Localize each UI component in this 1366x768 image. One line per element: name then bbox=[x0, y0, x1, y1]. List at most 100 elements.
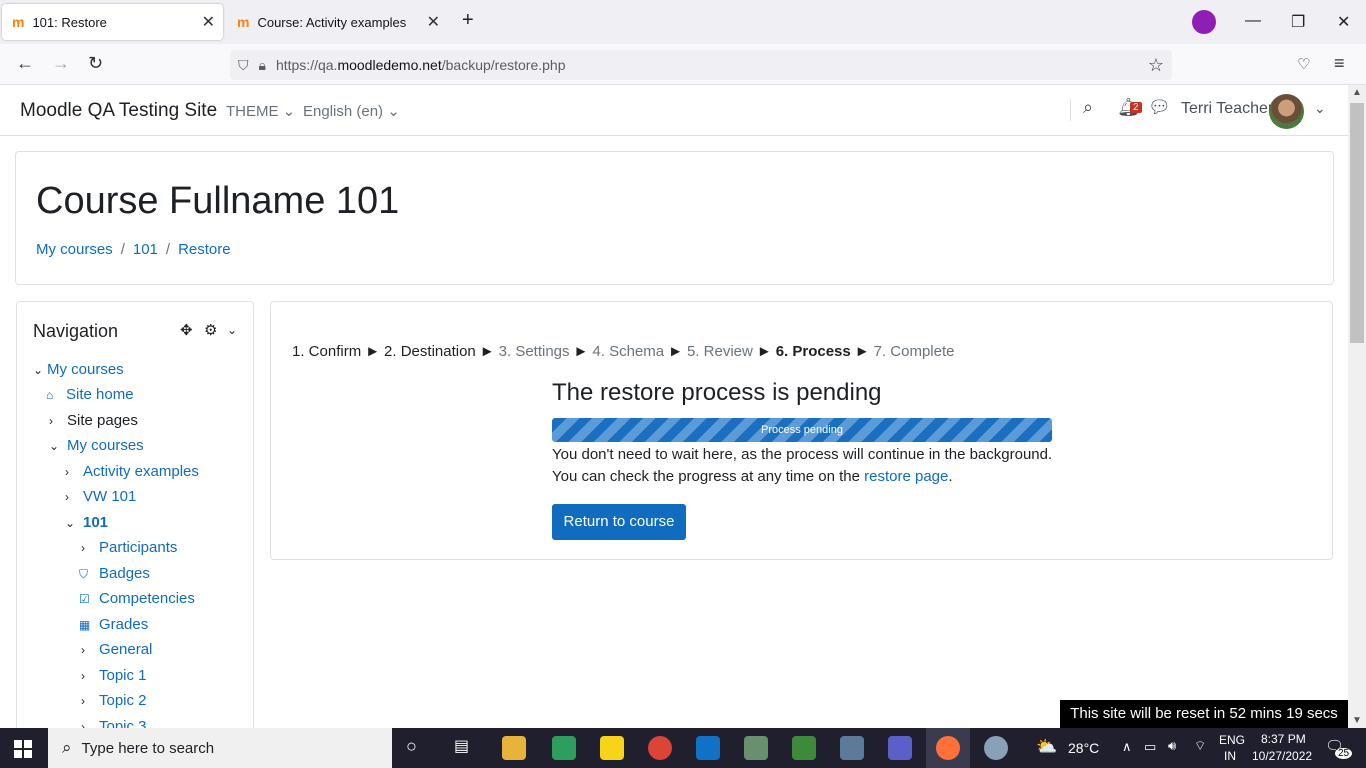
nav-item-site-home[interactable]: ⌂ Site home bbox=[46, 386, 134, 403]
bookmark-star-icon[interactable]: ☆ bbox=[1148, 55, 1164, 76]
forward-icon[interactable]: → bbox=[52, 53, 70, 74]
page-title: Course Fullname 101 bbox=[36, 180, 400, 222]
nav-item-general[interactable]: › General bbox=[81, 641, 152, 658]
network-icon[interactable]: ⌔ bbox=[1194, 738, 1206, 754]
weather-icon[interactable]: ⛅ bbox=[1036, 737, 1057, 757]
nav-item-my-courses-2[interactable]: ⌄ My courses bbox=[49, 437, 144, 454]
lock-icon[interactable]: 🔒︎ bbox=[259, 57, 266, 74]
restore-info-line1: You don't need to wait here, as the proc… bbox=[552, 446, 1053, 463]
spreadsheet-icon[interactable] bbox=[792, 736, 816, 760]
step-arrow-icon: ► bbox=[756, 343, 772, 360]
chrome-icon[interactable] bbox=[648, 736, 672, 760]
breadcrumb-101[interactable]: 101 bbox=[133, 241, 158, 258]
file-explorer-icon[interactable] bbox=[502, 736, 526, 760]
nav-item-label: Grades bbox=[99, 616, 149, 633]
restore-page-link[interactable]: restore page bbox=[864, 468, 948, 485]
chevron-down-icon: ⌄ bbox=[33, 363, 44, 377]
teams-icon[interactable] bbox=[888, 736, 912, 760]
volume-icon[interactable]: 🔊︎ bbox=[1168, 738, 1176, 754]
gear-icon[interactable]: ⚙ bbox=[204, 321, 217, 339]
user-menu-chevron-icon[interactable]: ⌄ bbox=[1314, 100, 1326, 117]
breadcrumb-separator: / bbox=[120, 241, 125, 258]
firefox-icon[interactable] bbox=[936, 736, 960, 760]
nav-item-badges[interactable]: ⛉ Badges bbox=[79, 565, 150, 582]
progress-label: Process pending bbox=[761, 424, 843, 436]
return-to-course-button[interactable]: Return to course bbox=[552, 504, 686, 540]
scroll-up-icon[interactable]: ▲ bbox=[1352, 87, 1362, 98]
weather-temp[interactable]: 28°C bbox=[1068, 740, 1099, 756]
messages-icon[interactable]: 💬︎ bbox=[1148, 97, 1171, 118]
windows-start-icon[interactable] bbox=[14, 740, 32, 758]
task-view-icon[interactable]: ▤ bbox=[454, 736, 469, 756]
minimize-icon[interactable]: — bbox=[1245, 12, 1261, 30]
new-tab-icon[interactable]: + bbox=[462, 9, 474, 32]
nav-item-vw-101[interactable]: › VW 101 bbox=[65, 488, 136, 505]
close-tab-icon[interactable]: ✕ bbox=[427, 12, 440, 32]
nav-item-competencies[interactable]: ☑ Competencies bbox=[79, 590, 195, 607]
nav-item-participants[interactable]: › Participants bbox=[81, 539, 177, 556]
nav-item-activity-examples[interactable]: › Activity examples bbox=[65, 463, 199, 480]
avatar[interactable] bbox=[1269, 94, 1304, 129]
reload-icon[interactable]: ↻ bbox=[88, 53, 103, 74]
chevron-down-icon: ⌄ bbox=[282, 103, 296, 120]
chevron-down-icon: ⌄ bbox=[387, 103, 400, 120]
window-close-icon[interactable]: ✕ bbox=[1337, 12, 1350, 32]
nav-item-label: Topic 1 bbox=[99, 667, 147, 684]
private-browsing-icon bbox=[1192, 10, 1216, 34]
app-menu-icon[interactable]: ≡ bbox=[1334, 53, 1345, 74]
tab-restore[interactable]: m 101: Restore ✕ bbox=[2, 4, 223, 40]
breadcrumb-restore[interactable]: Restore bbox=[178, 241, 231, 258]
breadcrumb-my-courses[interactable]: My courses bbox=[36, 241, 113, 258]
step-arrow-icon: ► bbox=[668, 343, 683, 360]
paint-icon[interactable] bbox=[984, 736, 1008, 760]
nav-item-grades[interactable]: ▦ Grades bbox=[79, 616, 148, 633]
clock-date[interactable]: 10/27/2022 bbox=[1252, 749, 1312, 763]
taskbar-search-input[interactable]: ⌕ Type here to search bbox=[48, 728, 392, 768]
theme-menu[interactable]: THEME ⌄ bbox=[226, 102, 295, 120]
nav-item-label: 101 bbox=[83, 514, 109, 531]
cortana-icon[interactable]: ○ bbox=[406, 736, 417, 757]
pocket-icon[interactable]: ♡ bbox=[1297, 55, 1310, 73]
tab-activity-examples[interactable]: m Course: Activity examples ✕ bbox=[227, 4, 448, 40]
chevron-right-icon: › bbox=[81, 669, 85, 683]
chevron-down-icon[interactable]: ⌄ bbox=[227, 323, 237, 337]
nav-item-my-courses[interactable]: ⌄ My courses bbox=[33, 361, 124, 378]
app-icon[interactable] bbox=[744, 736, 768, 760]
chevron-right-icon: › bbox=[65, 465, 69, 479]
site-name[interactable]: Moodle QA Testing Site bbox=[20, 100, 217, 122]
theme-menu-label: THEME bbox=[226, 103, 279, 120]
language-menu[interactable]: English (en) ⌄ bbox=[303, 102, 400, 120]
sticky-notes-icon[interactable] bbox=[600, 736, 624, 760]
outlook-icon[interactable] bbox=[696, 736, 720, 760]
tab-label: 101: Restore bbox=[32, 14, 107, 30]
show-hidden-icons-icon[interactable]: ∧ bbox=[1122, 739, 1132, 755]
nav-item-site-pages[interactable]: › Site pages bbox=[49, 412, 138, 429]
language-bottom[interactable]: IN bbox=[1224, 749, 1236, 763]
app-icon[interactable] bbox=[840, 736, 864, 760]
nav-item-101[interactable]: ⌄ 101 bbox=[65, 514, 108, 531]
search-icon[interactable]: ⌕ bbox=[1083, 97, 1093, 118]
nav-item-topic-1[interactable]: › Topic 1 bbox=[81, 667, 147, 684]
notification-center-count: 25 bbox=[1335, 748, 1353, 759]
nav-item-topic-2[interactable]: › Topic 2 bbox=[81, 692, 147, 709]
back-icon[interactable]: ← bbox=[16, 53, 34, 74]
notification-count-badge: 2 bbox=[1130, 102, 1142, 113]
url-prefix: https://qa. bbox=[275, 57, 338, 73]
page-header: Course Fullname 101 My courses / 101 / Resto… bbox=[15, 151, 1334, 285]
moodle-favicon-icon: m bbox=[237, 14, 250, 30]
nav-item-label: Site pages bbox=[67, 412, 138, 429]
language-top[interactable]: ENG bbox=[1219, 733, 1245, 747]
scrollbar-thumb[interactable] bbox=[1350, 103, 1364, 343]
scroll-down-icon[interactable]: ▼ bbox=[1352, 715, 1362, 726]
clock-time[interactable]: 8:37 PM bbox=[1261, 732, 1306, 746]
moodle-favicon-icon: m bbox=[12, 14, 25, 30]
move-icon[interactable]: ✥ bbox=[180, 321, 193, 339]
maximize-icon[interactable]: ❐ bbox=[1291, 12, 1305, 32]
address-bar[interactable]: ⛉ 🔒︎ https://qa. moodledemo.net/backup/re… bbox=[230, 50, 1172, 80]
battery-icon[interactable]: ▭ bbox=[1144, 739, 1156, 755]
close-tab-icon[interactable]: ✕ bbox=[202, 12, 215, 32]
app-icon[interactable] bbox=[552, 736, 576, 760]
page-scrollbar[interactable]: ▲ ▼ bbox=[1348, 85, 1366, 728]
user-name[interactable]: Terri Teacher bbox=[1181, 100, 1273, 118]
shield-icon[interactable]: ⛉ bbox=[238, 57, 249, 74]
